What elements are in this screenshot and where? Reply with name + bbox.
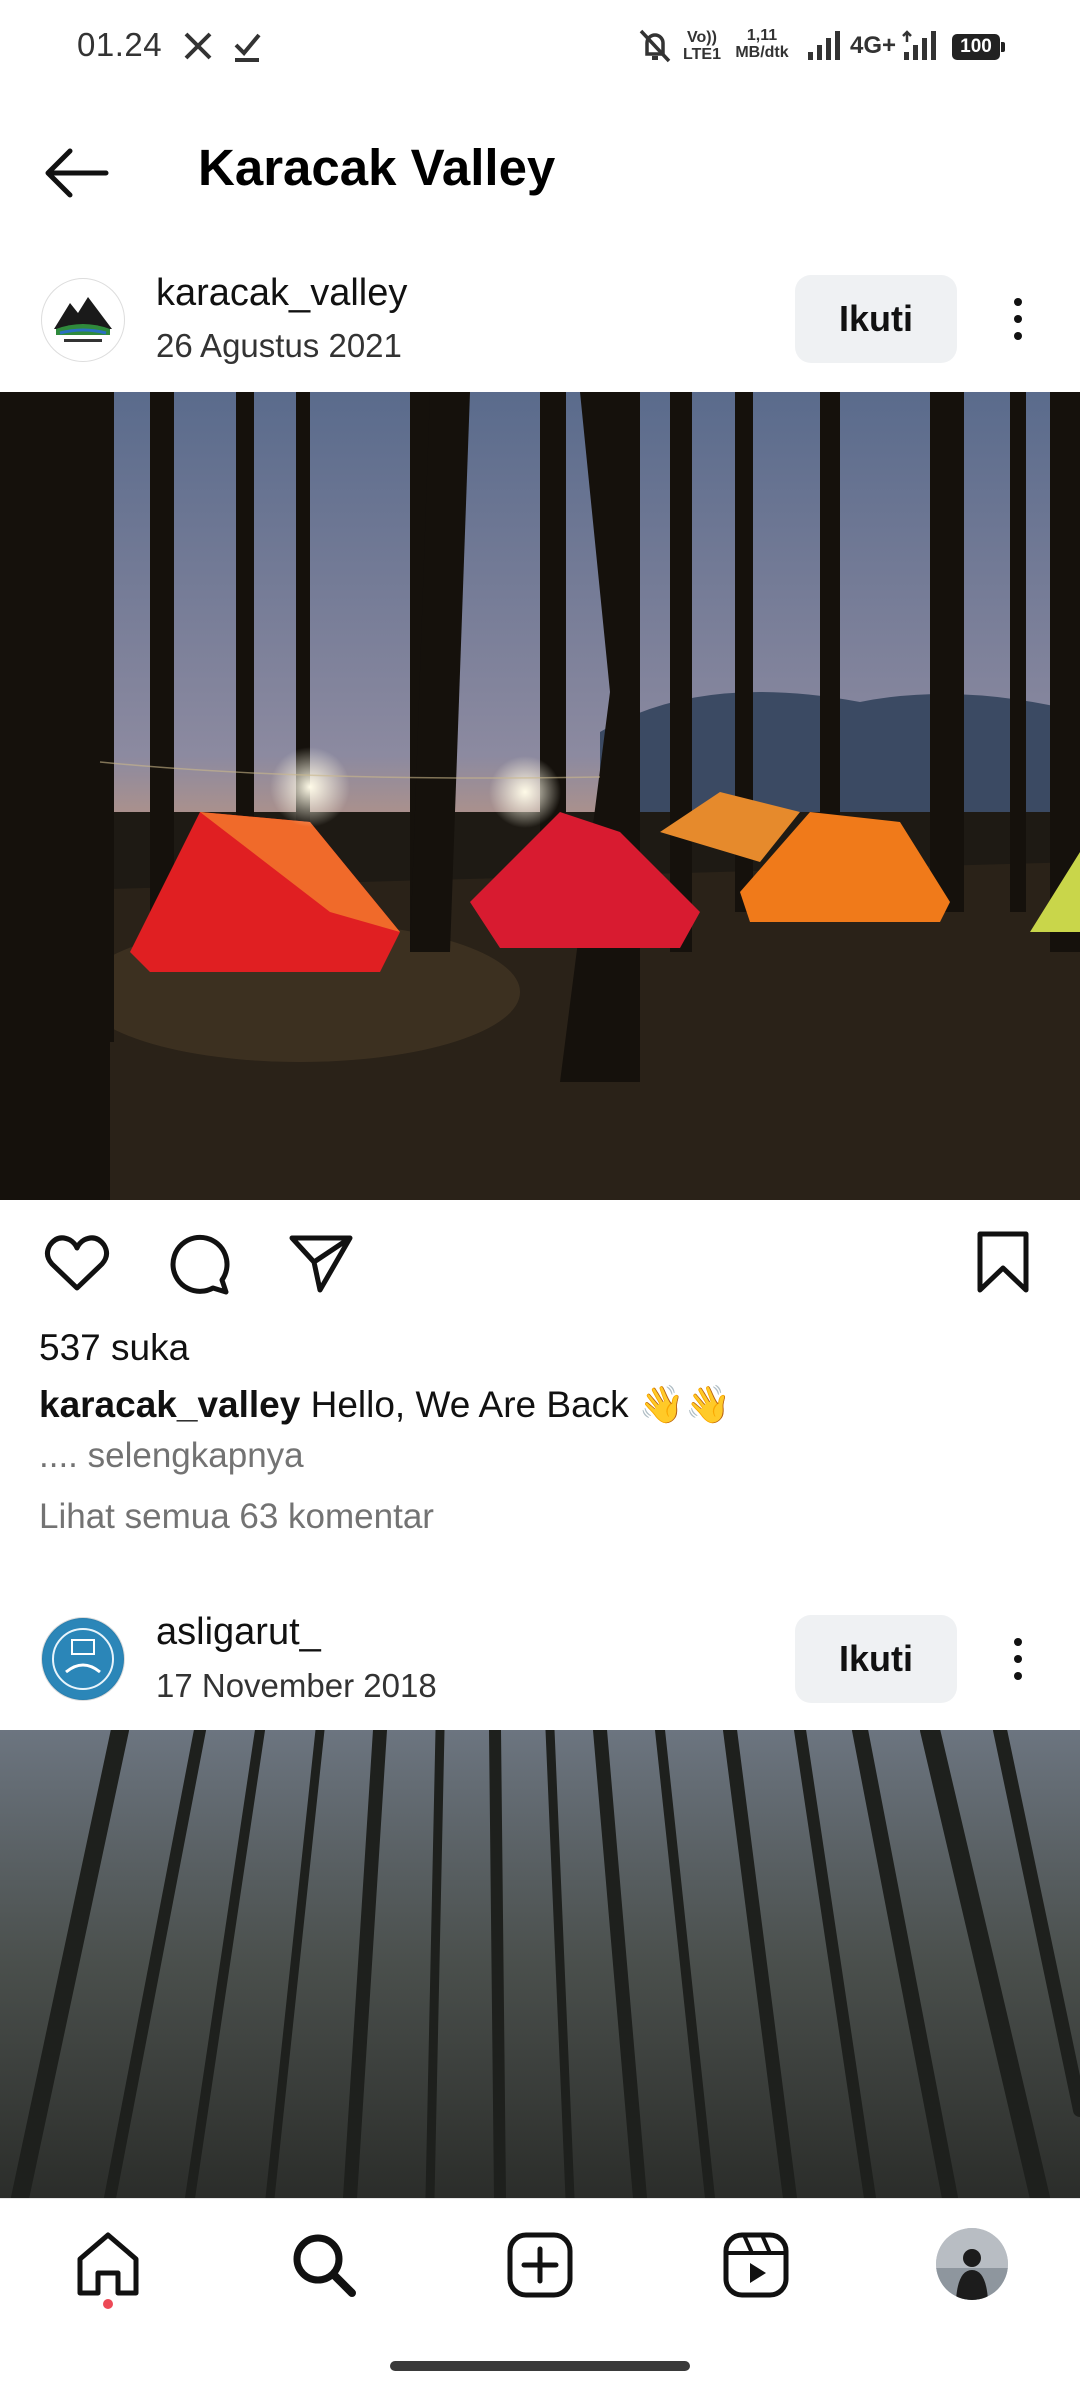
signal-icon [808,31,840,60]
camping-photo [0,392,1080,1200]
back-button[interactable] [40,145,112,201]
see-more-link[interactable]: .... selengkapnya [39,1436,304,1476]
download-done-icon [234,33,261,62]
follow-button[interactable]: Ikuti [795,275,957,363]
asligarut-logo [43,1619,123,1699]
signal-icon-2 [902,30,936,60]
view-comments-link[interactable]: Lihat semua 63 komentar [39,1497,434,1537]
status-bar: 01.24 Vo)) LTE1 1,11 MB/dtk 4G+ 100 [0,0,1080,96]
caption-text: Hello, We Are Back 👋👋 [310,1384,732,1425]
more-options-button-2[interactable] [998,1624,1038,1694]
x-app-icon [184,32,212,60]
forest-photo [0,1730,1080,2198]
post-caption: karacak_valley Hello, We Are Back 👋👋 [39,1384,731,1427]
post-username-2[interactable]: asligarut_ [156,1611,321,1654]
profile-avatar[interactable] [936,2228,1008,2300]
reels-icon[interactable] [720,2229,792,2301]
speed-value: 1,11 [746,27,778,44]
post-username[interactable]: karacak_valley [156,272,407,315]
home-indicator[interactable] [390,2361,690,2371]
page-title: Karacak Valley [198,139,556,196]
post-date-2: 17 November 2018 [156,1667,437,1704]
more-options-button[interactable] [998,284,1038,354]
network-type: 4G+ [850,32,897,59]
battery-indicator: 100 [952,34,1005,60]
post-avatar[interactable] [41,278,125,362]
post-date: 26 Agustus 2021 [156,327,402,364]
share-icon[interactable] [286,1228,356,1298]
volte-indicator: Vo)) LTE1 [682,29,722,63]
save-bookmark-icon[interactable] [968,1228,1038,1298]
caption-username[interactable]: karacak_valley [39,1384,300,1425]
post-image-2[interactable] [0,1730,1080,2198]
volte-label: Vo)) [687,29,717,46]
status-time: 01.24 [77,26,163,63]
mute-notification-icon [639,29,671,63]
post-image[interactable] [0,392,1080,1200]
post-avatar-2[interactable] [41,1617,125,1701]
create-icon[interactable] [504,2229,576,2301]
notification-dot [103,2299,113,2309]
like-icon[interactable] [42,1228,112,1298]
home-icon[interactable] [72,2229,144,2301]
follow-button-2[interactable]: Ikuti [795,1615,957,1703]
lte-label: LTE1 [683,46,721,63]
like-count[interactable]: 537 suka [39,1327,189,1369]
network-speed: 1,11 MB/dtk [726,27,798,61]
search-icon[interactable] [288,2229,360,2301]
speed-unit: MB/dtk [735,44,789,61]
karacak-logo [43,280,123,360]
comment-icon[interactable] [164,1228,234,1298]
profile-photo [936,2228,1008,2300]
